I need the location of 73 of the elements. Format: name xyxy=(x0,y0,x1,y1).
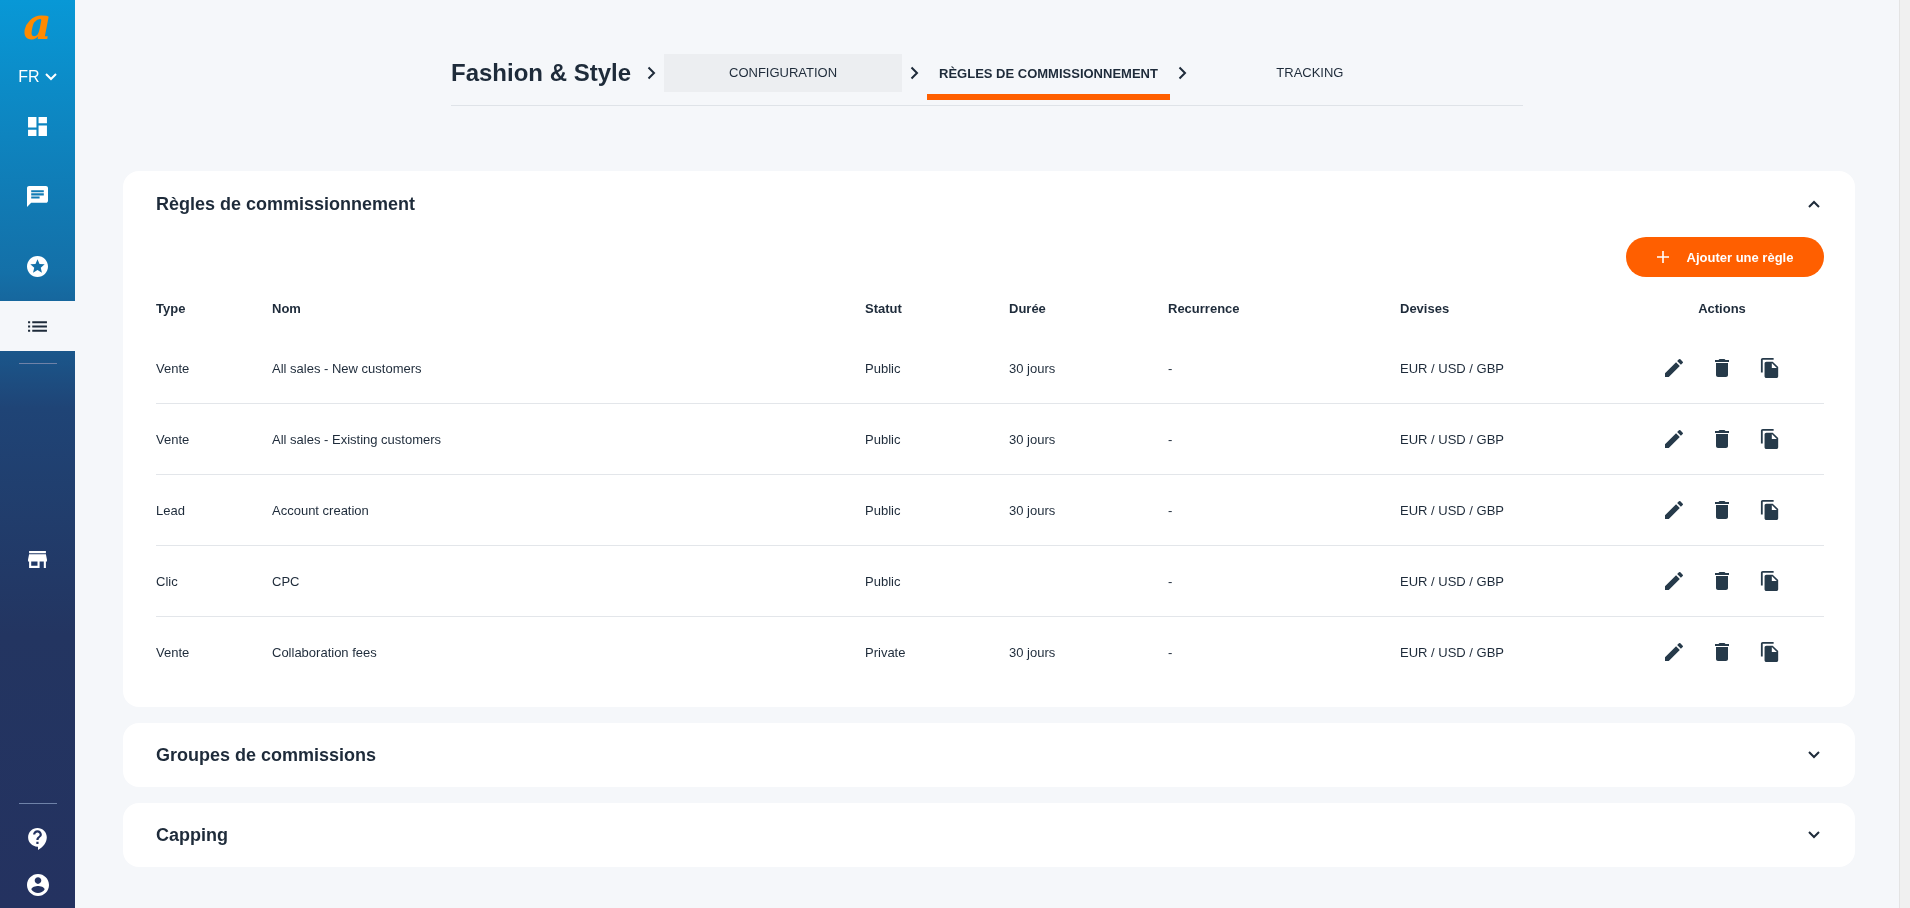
table-cell: Lead xyxy=(156,502,185,518)
table-cell: Public xyxy=(865,502,901,518)
column-header: Actions xyxy=(1697,300,1747,316)
section-title: Groupes de commissions xyxy=(156,744,377,766)
store-icon xyxy=(27,548,48,570)
column-header: Nom xyxy=(272,300,302,316)
table-cell: - xyxy=(1168,502,1173,518)
table-cell: Account creation xyxy=(272,502,369,518)
chevron-down-icon xyxy=(44,73,57,81)
pencil-icon xyxy=(1664,571,1684,591)
chevron-right-icon xyxy=(910,65,920,80)
pencil-icon xyxy=(1664,642,1684,662)
copy-icon xyxy=(1760,358,1780,378)
table-cell: EUR / USD / GBP xyxy=(1400,502,1505,518)
table-cell: Clic xyxy=(156,573,178,589)
table-cell: EUR / USD / GBP xyxy=(1400,431,1505,447)
table-cell: 30 jours xyxy=(1009,502,1056,518)
column-header: Devises xyxy=(1400,300,1451,316)
trash-icon xyxy=(1712,571,1732,591)
table-cell: CPC xyxy=(272,573,300,589)
help-icon xyxy=(26,828,49,850)
table-cell: Vente xyxy=(156,644,190,660)
section-title: Règles de commissionnement xyxy=(156,193,416,215)
table-cell: Public xyxy=(865,360,901,376)
page-title: Fashion & Style xyxy=(451,58,632,87)
table-cell: Public xyxy=(865,573,901,589)
chevron-up-icon xyxy=(1808,200,1820,208)
pencil-icon xyxy=(1664,500,1684,520)
column-header: Statut xyxy=(865,300,903,316)
table-cell: 30 jours xyxy=(1009,360,1056,376)
pencil-icon xyxy=(1664,429,1684,449)
table-cell: - xyxy=(1168,431,1173,447)
section-title: Capping xyxy=(156,824,228,846)
column-header: Recurrence xyxy=(1168,300,1241,316)
step-tab[interactable]: RÈGLES DE COMMISSIONNEMENT xyxy=(927,53,1170,100)
table-cell: Vente xyxy=(156,360,190,376)
language-selector[interactable]: FR xyxy=(18,68,57,86)
trash-icon xyxy=(1712,500,1732,520)
trash-icon xyxy=(1712,358,1732,378)
step-tab[interactable]: TRACKING xyxy=(1194,53,1425,92)
table-cell: - xyxy=(1168,644,1173,660)
table-cell: Vente xyxy=(156,431,190,447)
table-cell: 30 jours xyxy=(1009,644,1056,660)
nav-item[interactable] xyxy=(0,301,75,351)
trash-icon xyxy=(1712,642,1732,662)
column-header: Durée xyxy=(1009,300,1047,316)
table-cell: 30 jours xyxy=(1009,431,1056,447)
table-cell: - xyxy=(1168,573,1173,589)
table-cell: Collaboration fees xyxy=(272,644,377,660)
table-cell: All sales - Existing customers xyxy=(272,431,442,447)
copy-icon xyxy=(1760,571,1780,591)
table-cell: Public xyxy=(865,431,901,447)
copy-icon xyxy=(1760,500,1780,520)
column-header: Type xyxy=(156,300,187,316)
dashboard-icon xyxy=(27,115,48,137)
chat-icon xyxy=(27,185,48,207)
copy-icon xyxy=(1760,642,1780,662)
step-tab[interactable]: CONFIGURATION xyxy=(664,53,903,92)
table-cell: EUR / USD / GBP xyxy=(1400,573,1505,589)
pencil-icon xyxy=(1664,358,1684,378)
table-cell: Private xyxy=(865,644,906,660)
copy-icon xyxy=(1760,429,1780,449)
logo: a xyxy=(23,2,52,48)
table-cell: EUR / USD / GBP xyxy=(1400,644,1505,660)
trash-icon xyxy=(1712,429,1732,449)
user-icon xyxy=(26,874,49,896)
table-cell: All sales - New customers xyxy=(272,360,422,376)
chevron-right-icon xyxy=(647,65,657,80)
table-cell: - xyxy=(1168,360,1173,376)
plus-icon xyxy=(1656,251,1669,263)
star-icon xyxy=(27,255,48,277)
chevron-right-icon xyxy=(1177,65,1187,80)
table-cell: EUR / USD / GBP xyxy=(1400,360,1505,376)
